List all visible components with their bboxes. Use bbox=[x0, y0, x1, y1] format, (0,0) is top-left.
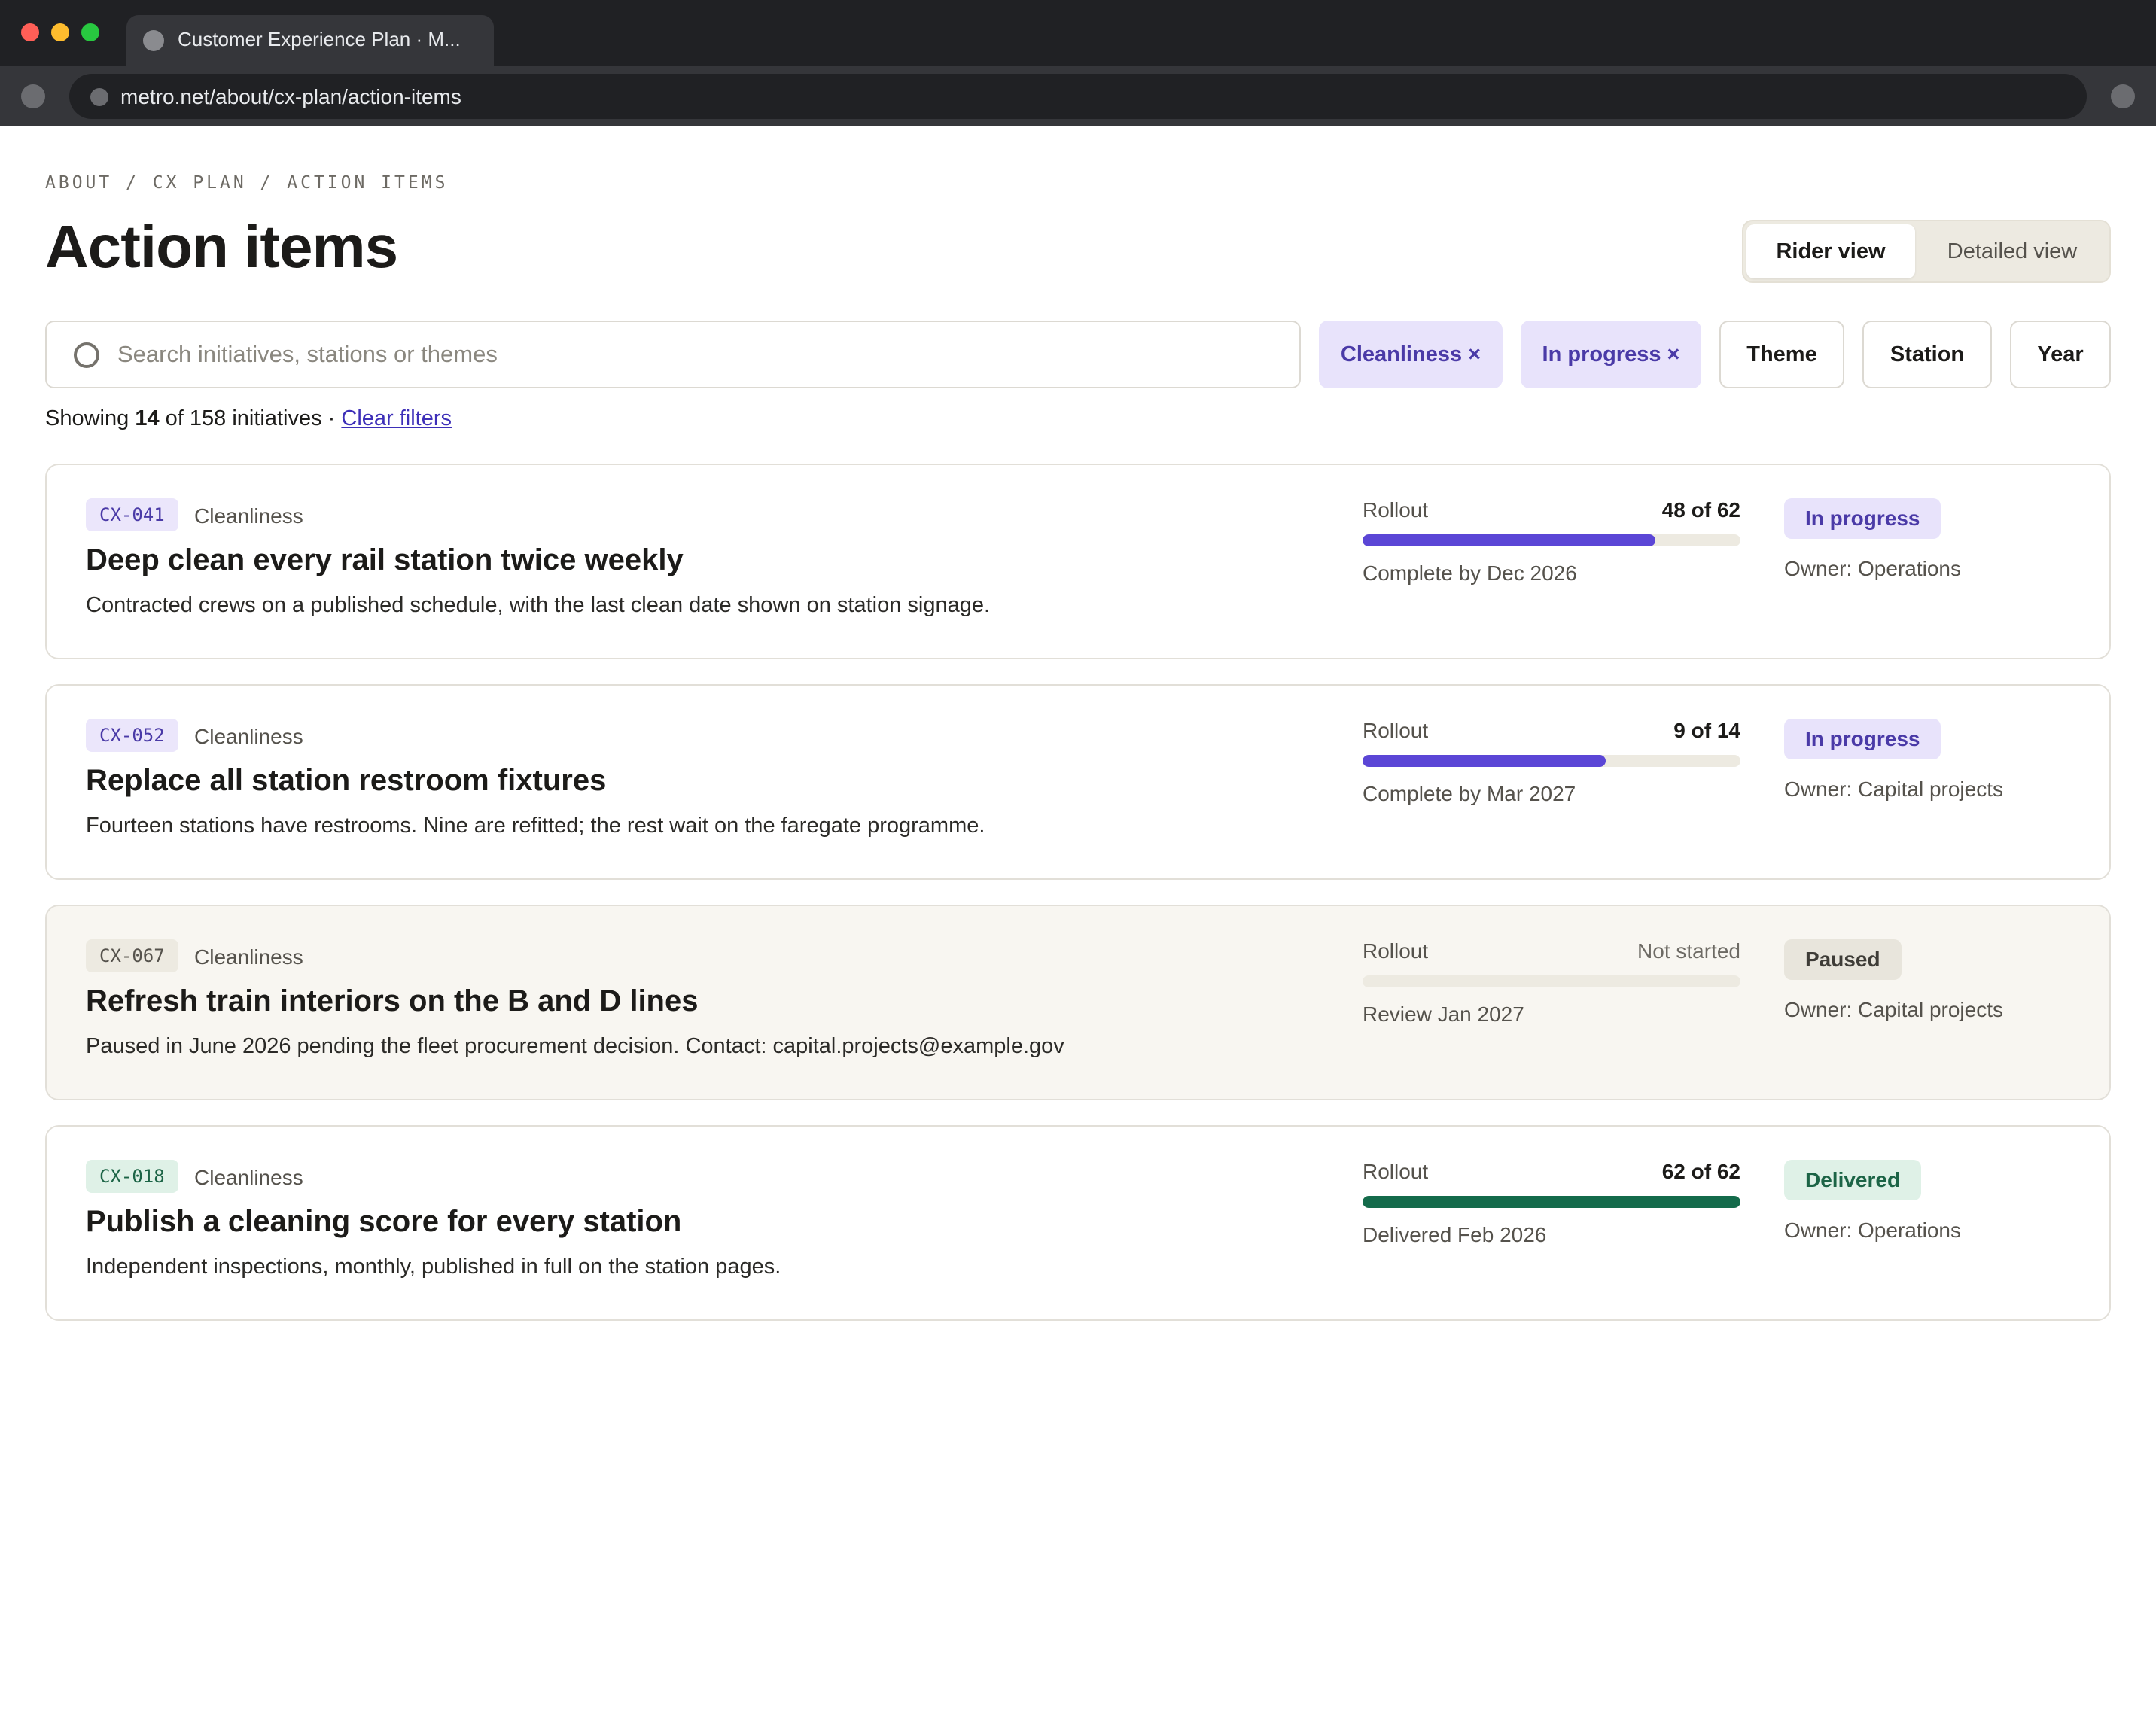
results-count: 14 bbox=[135, 406, 160, 430]
url-text: metro.net/about/cx-plan/action-items bbox=[120, 85, 461, 108]
item-code-badge: CX-018 bbox=[86, 1160, 178, 1193]
rollout-progress-fill bbox=[1363, 755, 1606, 767]
action-item-list: CX-041 Cleanliness Deep clean every rail… bbox=[45, 464, 2111, 1346]
station-filter-button[interactable]: Station bbox=[1862, 321, 1992, 388]
clear-filters-link[interactable]: Clear filters bbox=[341, 406, 452, 430]
item-description: Paused in June 2026 pending the fleet pr… bbox=[86, 1034, 1064, 1058]
tab-title: Customer Experience Plan · M... bbox=[178, 28, 461, 50]
detailed-view-button[interactable]: Detailed view bbox=[1918, 224, 2106, 278]
item-title[interactable]: Refresh train interiors on the B and D l… bbox=[86, 984, 698, 1018]
rollout-progress-bar bbox=[1363, 975, 1740, 987]
maximize-window-button[interactable] bbox=[81, 23, 99, 41]
back-icon[interactable] bbox=[21, 84, 45, 108]
search-box bbox=[45, 321, 1301, 388]
status-badge: Delivered bbox=[1784, 1160, 1922, 1200]
close-window-button[interactable] bbox=[21, 23, 39, 41]
results-summary: Showing 14 of 158 initiatives · Clear fi… bbox=[45, 406, 452, 431]
rollout-count: 9 of 14 bbox=[1673, 719, 1740, 742]
browser-tab[interactable]: Customer Experience Plan · M... bbox=[126, 15, 494, 66]
item-due-date: Delivered Feb 2026 bbox=[1363, 1223, 1547, 1246]
item-due-date: Complete by Dec 2026 bbox=[1363, 561, 1577, 585]
item-title[interactable]: Deep clean every rail station twice week… bbox=[86, 543, 684, 577]
page-title: Action items bbox=[45, 213, 398, 280]
item-theme: Cleanliness bbox=[194, 504, 303, 528]
rollout-count: 62 of 62 bbox=[1661, 1160, 1740, 1183]
item-title[interactable]: Publish a cleaning score for every stati… bbox=[86, 1205, 681, 1239]
address-bar[interactable]: metro.net/about/cx-plan/action-items bbox=[69, 74, 2087, 119]
item-owner: Owner: Capital projects bbox=[1784, 777, 2004, 801]
action-item-card[interactable]: CX-041 Cleanliness Deep clean every rail… bbox=[45, 464, 2111, 659]
item-owner: Owner: Operations bbox=[1784, 557, 1961, 580]
item-theme: Cleanliness bbox=[194, 945, 303, 969]
item-title[interactable]: Replace all station restroom fixtures bbox=[86, 764, 606, 798]
results-suffix: of 158 initiatives · bbox=[159, 406, 342, 430]
item-description: Fourteen stations have restrooms. Nine a… bbox=[86, 814, 985, 838]
site-info-icon[interactable] bbox=[90, 88, 108, 106]
rollout-label: Rollout bbox=[1363, 939, 1429, 963]
rollout-progress-bar bbox=[1363, 755, 1740, 767]
filter-chip-in-progress[interactable]: In progress × bbox=[1521, 321, 1701, 388]
rollout-progress-bar bbox=[1363, 534, 1740, 546]
item-due-date: Complete by Mar 2027 bbox=[1363, 782, 1576, 805]
action-item-card[interactable]: CX-067 Cleanliness Refresh train interio… bbox=[45, 905, 2111, 1100]
rollout-progress-fill bbox=[1363, 1196, 1740, 1208]
status-badge: In progress bbox=[1784, 498, 1941, 539]
rider-view-button[interactable]: Rider view bbox=[1746, 224, 1915, 278]
item-theme: Cleanliness bbox=[194, 1166, 303, 1189]
status-badge: Paused bbox=[1784, 939, 1902, 980]
status-badge: In progress bbox=[1784, 719, 1941, 759]
rollout-progress-bar bbox=[1363, 1196, 1740, 1208]
minimize-window-button[interactable] bbox=[51, 23, 69, 41]
item-theme: Cleanliness bbox=[194, 725, 303, 748]
rollout-label: Rollout bbox=[1363, 1160, 1429, 1183]
rollout-count: Not started bbox=[1637, 939, 1740, 963]
item-description: Independent inspections, monthly, publis… bbox=[86, 1255, 781, 1279]
item-owner: Owner: Capital projects bbox=[1784, 998, 2004, 1021]
globe-icon bbox=[143, 30, 164, 51]
item-description: Contracted crews on a published schedule… bbox=[86, 593, 991, 617]
rollout-label: Rollout bbox=[1363, 719, 1429, 742]
profile-icon[interactable] bbox=[2111, 84, 2135, 108]
theme-filter-button[interactable]: Theme bbox=[1719, 321, 1844, 388]
filter-chip-cleanliness[interactable]: Cleanliness × bbox=[1319, 321, 1503, 388]
browser-toolbar: metro.net/about/cx-plan/action-items bbox=[0, 66, 2156, 126]
rollout-label: Rollout bbox=[1363, 498, 1429, 522]
item-code-badge: CX-052 bbox=[86, 719, 178, 752]
action-item-card[interactable]: CX-052 Cleanliness Replace all station r… bbox=[45, 684, 2111, 880]
action-item-card[interactable]: CX-018 Cleanliness Publish a cleaning sc… bbox=[45, 1125, 2111, 1321]
breadcrumb: ABOUT / CX PLAN / ACTION ITEMS bbox=[45, 173, 449, 193]
item-code-badge: CX-067 bbox=[86, 939, 178, 972]
view-toggle: Rider view Detailed view bbox=[1742, 220, 2111, 283]
browser-titlebar: Customer Experience Plan · M... bbox=[0, 0, 2156, 66]
search-input[interactable] bbox=[117, 325, 1277, 384]
rollout-progress-fill bbox=[1363, 534, 1655, 546]
rollout-count: 48 of 62 bbox=[1661, 498, 1740, 522]
results-prefix: Showing bbox=[45, 406, 136, 430]
search-icon bbox=[74, 342, 99, 368]
item-owner: Owner: Operations bbox=[1784, 1218, 1961, 1242]
item-due-date: Review Jan 2027 bbox=[1363, 1002, 1524, 1026]
year-filter-button[interactable]: Year bbox=[2010, 321, 2111, 388]
item-code-badge: CX-041 bbox=[86, 498, 178, 531]
